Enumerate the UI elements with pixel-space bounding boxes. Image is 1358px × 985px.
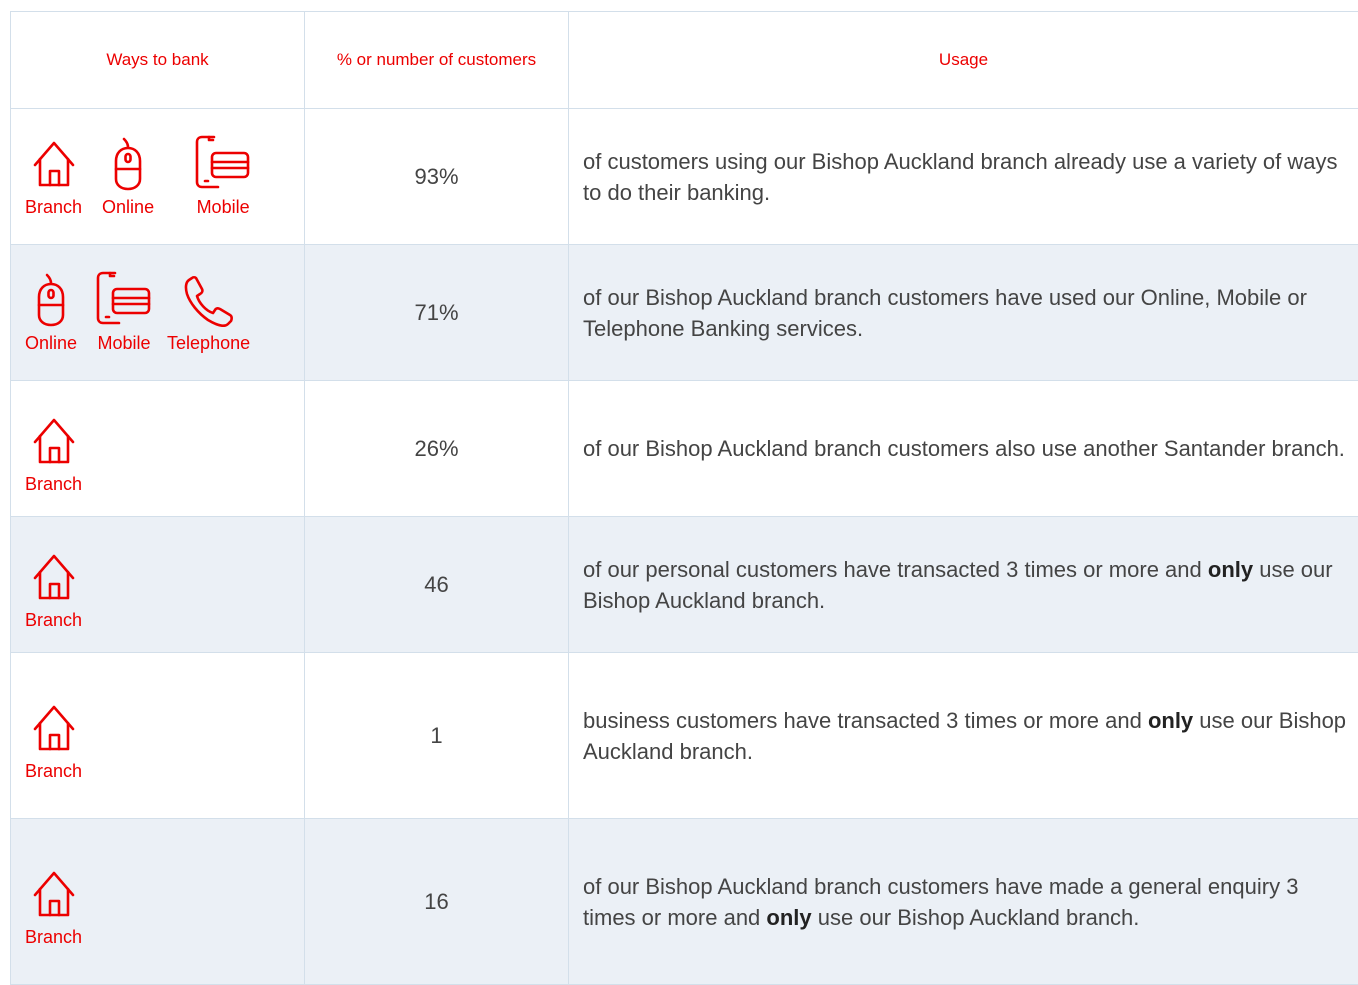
channel-label: Branch — [25, 761, 82, 782]
usage-text: of customers using our Bishop Auckland b… — [569, 109, 1358, 245]
usage-text: of our Bishop Auckland branch customers … — [569, 819, 1358, 985]
header-ways-to-bank: Ways to bank — [11, 12, 305, 109]
house-icon — [31, 869, 77, 921]
channel-label: Mobile — [197, 197, 250, 218]
table-row: Online Mobile Telephone 71%of our Bishop Au… — [11, 245, 1358, 381]
channel-label: Branch — [25, 197, 82, 218]
channel-icons: Branch — [11, 855, 304, 948]
customer-value: 16 — [305, 819, 569, 985]
channel-online: Online — [102, 137, 154, 218]
table-row: Branch Online Mobile 93%of customers using … — [11, 109, 1358, 245]
channel-branch: Branch — [25, 703, 82, 782]
customer-value: 93% — [305, 109, 569, 245]
channel-icons: Branch — [11, 689, 304, 782]
ways-cell: Branch Online Mobile — [11, 109, 305, 245]
usage-text-pre: business customers have transacted 3 tim… — [583, 708, 1148, 733]
channel-label: Branch — [25, 927, 82, 948]
table-row: Branch 1 business customers have transacte… — [11, 653, 1358, 819]
usage-text-pre: of our Bishop Auckland branch customers … — [583, 436, 1345, 461]
channel-icons: Branch — [11, 538, 304, 631]
usage-text-emphasis: only — [766, 905, 811, 930]
mouse-icon — [36, 273, 66, 327]
channel-branch: Branch — [25, 416, 82, 495]
header-percent: % or number of customers — [305, 12, 569, 109]
table-row: Branch 26% of our Bishop Auckland branch c… — [11, 381, 1358, 517]
channel-icons: Online Mobile Telephone — [11, 271, 304, 354]
table-row: Branch 46 of our personal customers have t… — [11, 517, 1358, 653]
channel-branch: Branch — [25, 869, 82, 948]
usage-text-pre: of customers using our Bishop Auckland b… — [583, 149, 1338, 205]
phone-icon — [184, 275, 234, 327]
usage-text-emphasis: only — [1148, 708, 1193, 733]
mouse-icon — [113, 137, 143, 191]
channel-icons: Branch Online Mobile — [11, 135, 304, 218]
channel-icons: Branch — [11, 402, 304, 495]
mobile-icon — [194, 135, 252, 191]
channel-label: Branch — [25, 474, 82, 495]
house-icon — [31, 703, 77, 755]
channel-label: Mobile — [98, 333, 151, 354]
channel-mobile: Mobile — [95, 271, 153, 354]
table-row: Branch 16of our Bishop Auckland branch cu… — [11, 819, 1358, 985]
customer-value: 71% — [305, 245, 569, 381]
ways-cell: Branch — [11, 381, 305, 517]
usage-text-post: use our Bishop Auckland branch. — [812, 905, 1140, 930]
channel-label: Telephone — [167, 333, 250, 354]
usage-text-emphasis: only — [1208, 557, 1253, 582]
channel-label: Online — [102, 197, 154, 218]
customer-value: 26% — [305, 381, 569, 517]
house-icon — [31, 139, 77, 191]
customer-value: 1 — [305, 653, 569, 819]
house-icon — [31, 416, 77, 468]
header-usage: Usage — [569, 12, 1358, 109]
usage-text: business customers have transacted 3 tim… — [569, 653, 1358, 819]
header-row: Ways to bank % or number of customers Us… — [11, 12, 1358, 109]
channel-label: Online — [25, 333, 77, 354]
usage-text: of our personal customers have transacte… — [569, 517, 1358, 653]
ways-to-bank-table: Ways to bank % or number of customers Us… — [10, 11, 1358, 985]
channel-branch: Branch — [25, 139, 82, 218]
usage-text: of our Bishop Auckland branch customers … — [569, 245, 1358, 381]
house-icon — [31, 552, 77, 604]
ways-cell: Branch — [11, 653, 305, 819]
ways-cell: Branch — [11, 517, 305, 653]
ways-cell: Online Mobile Telephone — [11, 245, 305, 381]
channel-telephone: Telephone — [167, 275, 250, 354]
channel-online: Online — [25, 273, 77, 354]
usage-text-pre: of our Bishop Auckland branch customers … — [583, 285, 1307, 341]
usage-text: of our Bishop Auckland branch customers … — [569, 381, 1358, 517]
channel-branch: Branch — [25, 552, 82, 631]
customer-value: 46 — [305, 517, 569, 653]
ways-cell: Branch — [11, 819, 305, 985]
channel-mobile: Mobile — [194, 135, 252, 218]
mobile-icon — [95, 271, 153, 327]
usage-text-pre: of our personal customers have transacte… — [583, 557, 1208, 582]
channel-label: Branch — [25, 610, 82, 631]
